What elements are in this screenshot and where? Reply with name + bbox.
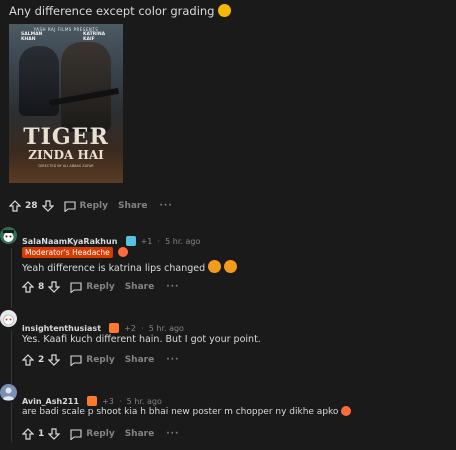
vote-count: 1 bbox=[38, 429, 45, 439]
comment-actions: 1 Reply Share ··· bbox=[22, 428, 179, 440]
post-body: Any difference except color grading bbox=[9, 4, 215, 18]
comment-karma: +2 bbox=[124, 324, 136, 333]
meta-separator: · bbox=[141, 324, 144, 333]
comment-username[interactable]: insightenthusiast bbox=[22, 324, 101, 333]
comment-username[interactable]: Avin_Ash211 bbox=[22, 397, 79, 406]
downvote-icon[interactable] bbox=[48, 281, 61, 293]
meta-separator: · bbox=[118, 397, 122, 406]
more-options-button[interactable]: ··· bbox=[166, 282, 179, 292]
avatar[interactable] bbox=[0, 384, 17, 401]
reply-label: Reply bbox=[79, 201, 108, 211]
share-button[interactable]: Share bbox=[125, 282, 155, 292]
comment-text: are badi scale p shoot kia h bhai new po… bbox=[22, 406, 352, 417]
share-label: Share bbox=[124, 355, 155, 365]
comment-karma: +3 bbox=[102, 397, 114, 406]
user-flair: Moderator's Headache bbox=[22, 240, 128, 259]
comment-karma: +1 bbox=[140, 237, 153, 246]
poster-figure-right bbox=[61, 42, 111, 132]
comment-icon bbox=[63, 200, 76, 212]
reply-button[interactable]: Reply bbox=[70, 428, 115, 440]
comment-text: Yes. Kaafi kuch different hain. But I go… bbox=[22, 334, 261, 345]
comment-icon bbox=[70, 354, 82, 366]
comment-actions: 8 Reply Share ··· bbox=[22, 281, 179, 293]
downvote-icon[interactable] bbox=[48, 428, 61, 440]
poster-actor-left-line2: KHAN bbox=[21, 37, 36, 42]
laughing-emoji bbox=[208, 260, 222, 273]
reply-label: Reply bbox=[86, 282, 115, 292]
vote-count: 28 bbox=[25, 201, 38, 211]
avatar-user-icon bbox=[2, 387, 15, 400]
upvote-icon[interactable] bbox=[22, 281, 34, 293]
fire-emoji bbox=[109, 323, 120, 333]
comment-icon bbox=[70, 428, 82, 440]
vote-count: 8 bbox=[38, 282, 45, 292]
more-options-button[interactable]: ··· bbox=[159, 201, 172, 211]
reply-label: Reply bbox=[86, 355, 115, 365]
blushing-emoji bbox=[341, 406, 352, 416]
thread-line[interactable] bbox=[11, 402, 12, 442]
meta-separator: · bbox=[157, 237, 161, 246]
post-image[interactable]: YASH RAJ FILMS PRESENTS SALMAN KHAN KATR… bbox=[9, 24, 123, 183]
thinking-face-emoji bbox=[218, 4, 232, 17]
comment-time[interactable]: 5 hr. ago bbox=[149, 324, 184, 333]
comment-time[interactable]: 5 hr. ago bbox=[127, 397, 162, 406]
comment-header: insightenthusiast +2 · 5 hr. ago bbox=[22, 316, 184, 335]
more-options-button[interactable]: ··· bbox=[166, 429, 179, 439]
comment-body: Yes. Kaafi kuch different hain. But I go… bbox=[22, 334, 261, 345]
comment-body: Yeah difference is katrina lips changed bbox=[22, 263, 206, 274]
share-button[interactable]: Share bbox=[125, 429, 155, 439]
fire-emoji bbox=[87, 396, 97, 406]
avatar[interactable] bbox=[0, 227, 17, 244]
avatar[interactable] bbox=[0, 310, 17, 327]
share-label: Share bbox=[124, 429, 155, 439]
comment-time[interactable]: 5 hr. ago bbox=[165, 237, 200, 246]
flair-text: Moderator's Headache bbox=[22, 247, 113, 258]
devil-face-emoji bbox=[117, 247, 128, 257]
avatar-snoo-icon bbox=[3, 230, 14, 242]
share-label: Share bbox=[124, 282, 155, 292]
laughing-emoji bbox=[224, 260, 238, 273]
upvote-icon[interactable] bbox=[22, 354, 34, 366]
reply-label: Reply bbox=[86, 429, 115, 439]
share-label: Share bbox=[117, 201, 148, 211]
thread-line[interactable] bbox=[11, 248, 12, 308]
avatar-snoo-icon bbox=[3, 314, 14, 326]
poster-title: TIGER bbox=[23, 124, 109, 150]
downvote-icon[interactable] bbox=[48, 354, 61, 366]
upvote-icon[interactable] bbox=[9, 200, 21, 212]
reply-button[interactable]: Reply bbox=[70, 281, 115, 293]
comment-icon bbox=[70, 281, 82, 293]
poster-actor-right: KATRINA KAIF bbox=[83, 32, 105, 42]
post-actions: 28 Reply Share ··· bbox=[9, 200, 173, 212]
share-button[interactable]: Share bbox=[125, 355, 155, 365]
downvote-icon[interactable] bbox=[41, 200, 54, 212]
poster-subtitle: ZINDA HAI bbox=[28, 148, 104, 162]
upvote-icon[interactable] bbox=[22, 428, 34, 440]
comment-actions: 2 Reply Share ··· bbox=[22, 354, 179, 366]
poster-tagline: DIRECTED BY ALI ABBAS ZAFAR bbox=[38, 164, 94, 168]
more-options-button[interactable]: ··· bbox=[166, 355, 179, 365]
reply-button[interactable]: Reply bbox=[70, 354, 115, 366]
vote-count: 2 bbox=[38, 355, 45, 365]
comment-text: Yeah difference is katrina lips changed bbox=[22, 260, 238, 274]
reply-button[interactable]: Reply bbox=[63, 200, 108, 212]
comment-body: are badi scale p shoot kia h bhai new po… bbox=[22, 407, 339, 417]
post-text: Any difference except color grading bbox=[9, 4, 232, 18]
thread-line[interactable] bbox=[11, 330, 12, 384]
share-button[interactable]: Share bbox=[118, 201, 148, 211]
poster-actor-left: SALMAN KHAN bbox=[21, 32, 42, 42]
